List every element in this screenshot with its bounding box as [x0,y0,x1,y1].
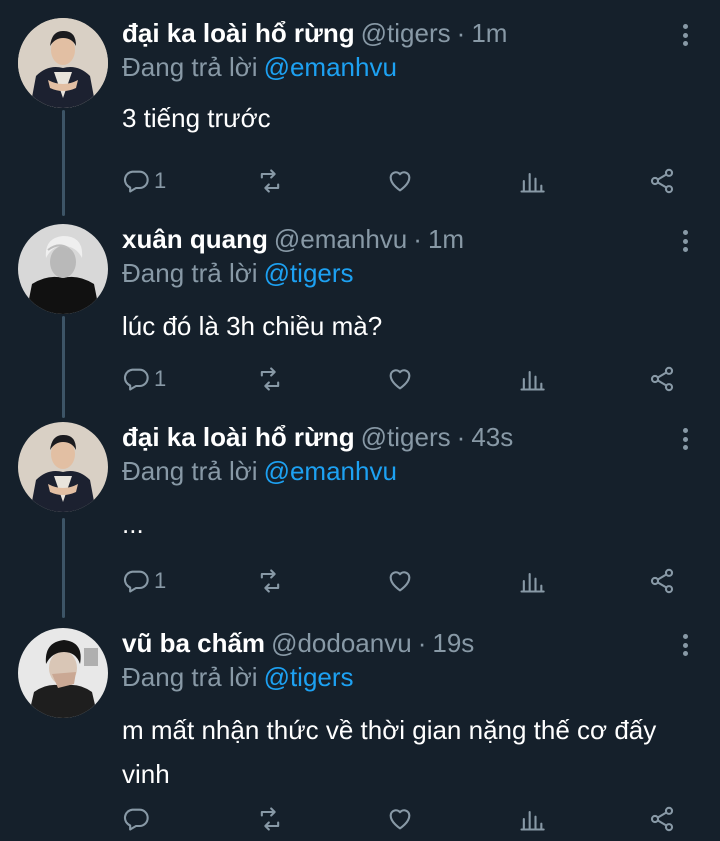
heart-icon [389,571,411,592]
tweet[interactable]: đại ka loài hổ rừng @tigers · 43s Đang t… [0,422,720,612]
action-bar: 1 [122,364,692,394]
tweet-text: 3 tiếng trước [122,103,271,133]
more-icon[interactable] [682,230,688,252]
tweet-header: đại ka loài hổ rừng @tigers · 1m [122,18,507,50]
display-name[interactable]: đại ka loài hổ rừng [122,422,355,453]
tweet-text: ... [122,509,144,539]
tweet[interactable]: đại ka loài hổ rừng @tigers · 1m Đang tr… [0,18,720,208]
like-button[interactable] [386,804,414,834]
like-button[interactable] [386,166,414,196]
action-bar: 1 [122,166,692,196]
like-button[interactable] [386,364,414,394]
timestamp[interactable]: 19s [432,628,474,659]
username[interactable]: @dodoanvu [271,628,412,659]
avatar[interactable] [18,422,108,512]
reply-button[interactable]: 1 [122,166,166,196]
emanhvu-avatar [18,224,108,314]
reply-icon [123,170,149,193]
username[interactable]: @tigers [361,18,451,49]
share-button[interactable] [648,804,676,834]
retweet-button[interactable] [256,364,284,394]
separator-dot: · [456,422,466,452]
replying-to: Đang trả lời @tigers [122,258,354,289]
tweet-text: m mất nhận thức về thời gian nặng thế cơ… [122,715,657,789]
tigers-avatar [18,422,108,512]
tweet-header: vũ ba chấm @dodoanvu · 19s [122,628,474,660]
reply-count: 1 [154,568,167,593]
display-name[interactable]: vũ ba chấm [122,628,265,659]
share-button[interactable] [648,166,676,196]
analytics-button[interactable] [518,804,546,834]
display-name[interactable]: xuân quang [122,224,268,255]
like-button[interactable] [386,566,414,596]
analytics-icon [520,370,545,391]
mention-link[interactable]: @tigers [264,258,354,288]
reply-button[interactable] [122,804,154,834]
timestamp[interactable]: 1m [428,224,464,255]
replying-to-label: Đang trả lời [122,456,258,486]
separator-dot: · [417,628,427,658]
share-icon [650,806,674,832]
avatar[interactable] [18,628,108,718]
reply-icon [123,570,149,593]
username[interactable]: @emanhvu [274,224,407,255]
reply-count: 1 [154,366,167,391]
replying-to: Đang trả lời @tigers [122,662,354,693]
analytics-icon [520,172,545,193]
timestamp[interactable]: 1m [471,18,507,49]
username[interactable]: @tigers [361,422,451,453]
retweet-icon [260,367,280,391]
action-bar [122,804,692,834]
more-icon[interactable] [682,428,688,450]
heart-icon [389,809,411,830]
retweet-button[interactable] [256,804,284,834]
share-icon [650,168,674,194]
tweet-text: lúc đó là 3h chiều mà? [122,311,383,341]
retweet-icon [260,807,280,831]
replying-to-label: Đang trả lời [122,258,258,288]
analytics-button[interactable] [518,166,546,196]
tweet[interactable]: xuân quang @emanhvu · 1m Đang trả lời @ti… [0,224,720,414]
tweet-header: xuân quang @emanhvu · 1m [122,224,464,256]
avatar[interactable] [18,224,108,314]
heart-icon [389,369,411,390]
mention-link[interactable]: @tigers [264,662,354,692]
replying-to-label: Đang trả lời [122,52,258,82]
heart-icon [389,171,411,192]
tweet-header: đại ka loài hổ rừng @tigers · 43s [122,422,513,454]
share-icon [650,366,674,392]
analytics-icon [520,572,545,593]
tweet[interactable]: vũ ba chấm @dodoanvu · 19s Đang trả lời @… [0,628,720,838]
retweet-button[interactable] [256,166,284,196]
replying-to: Đang trả lời @emanhvu [122,52,397,83]
analytics-button[interactable] [518,566,546,596]
retweet-button[interactable] [256,566,284,596]
share-button[interactable] [648,566,676,596]
share-button[interactable] [648,364,676,394]
retweet-icon [260,169,280,193]
separator-dot: · [456,18,466,48]
reply-icon [123,368,149,391]
replying-to-label: Đang trả lời [122,662,258,692]
more-icon[interactable] [682,634,688,656]
timestamp[interactable]: 43s [471,422,513,453]
display-name[interactable]: đại ka loài hổ rừng [122,18,355,49]
retweet-icon [260,569,280,593]
reply-icon [123,808,149,831]
reply-button[interactable]: 1 [122,566,166,596]
share-icon [650,568,674,594]
tigers-avatar [18,18,108,108]
mention-link[interactable]: @emanhvu [264,456,397,486]
action-bar: 1 [122,566,692,596]
more-icon[interactable] [682,24,688,46]
analytics-button[interactable] [518,364,546,394]
replying-to: Đang trả lời @emanhvu [122,456,397,487]
reply-button[interactable]: 1 [122,364,166,394]
avatar[interactable] [18,18,108,108]
separator-dot: · [413,224,422,254]
dodoanvu-avatar [18,628,108,718]
mention-link[interactable]: @emanhvu [264,52,397,82]
analytics-icon [520,810,545,831]
reply-count: 1 [154,168,167,193]
